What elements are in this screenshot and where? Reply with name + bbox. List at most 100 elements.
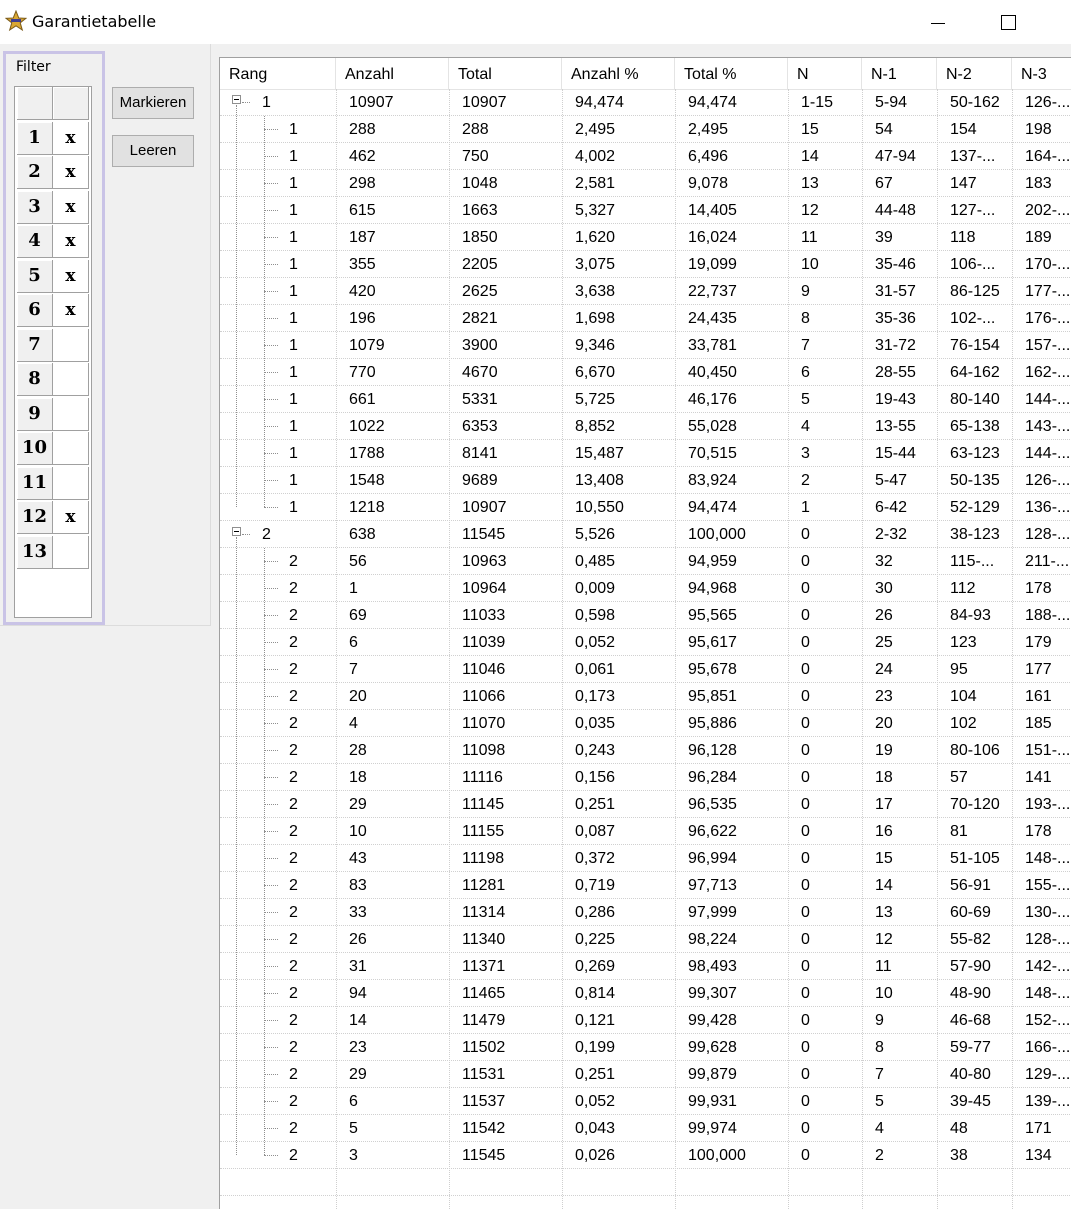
table-row[interactable]: 1 196 2821 1,698 24,435 8 35-36 102-... 176-... [220,305,1071,332]
maximize-button[interactable] [985,4,1031,40]
filter-mark-cell[interactable]: x [53,259,89,293]
filter-number-cell[interactable]: 11 [17,466,53,500]
filter-row[interactable]: 12 x [15,501,89,535]
table-row[interactable]: 2 23 11502 0,199 99,628 0 8 59-77 166-... [220,1034,1071,1061]
data-cell: 3,638 [575,283,616,300]
filter-number-cell[interactable]: 5 [17,259,53,293]
table-row[interactable]: 1 1548 9689 13,408 83,924 2 5-47 50-135 126-... [220,467,1071,494]
column-header[interactable]: N-1 [862,58,937,89]
table-row[interactable]: 1 770 4670 6,670 40,450 6 28-55 64-162 162-... [220,359,1071,386]
filter-mark-cell[interactable]: x [53,294,89,327]
column-header[interactable]: N-3 [1012,58,1071,89]
collapse-toggle-icon[interactable] [232,527,241,536]
table-row[interactable]: 1 187 1850 1,620 16,024 11 39 118 189 [220,224,1071,251]
clear-button[interactable]: Leeren [112,135,194,167]
table-row[interactable]: 2 29 11145 0,251 96,535 0 17 70-120 193-... [220,791,1071,818]
data-cell: 20 [349,688,367,705]
filter-number-cell[interactable]: 10 [17,432,53,465]
data-cell: 11545 [462,526,506,543]
filter-row[interactable]: 4x [15,225,89,259]
mark-button[interactable]: Markieren [112,87,194,119]
filter-row[interactable]: 5x [15,259,89,294]
table-row[interactable]: 2 6 11537 0,052 99,931 0 5 39-45 139-... [220,1088,1071,1115]
data-cell: 13 [801,175,819,192]
filter-row[interactable]: 13 [15,535,89,570]
filter-row[interactable]: 3x [15,190,89,225]
table-row[interactable]: 2 31 11371 0,269 98,493 0 11 57-90 142-... [220,953,1071,980]
table-row[interactable]: 2 83 11281 0,719 97,713 0 14 56-91 155-... [220,872,1071,899]
table-row[interactable]: 2 6 11039 0,052 95,617 0 25 123 179 [220,629,1071,656]
table-row[interactable]: 1 1788 8141 15,487 70,515 3 15-44 63-123 144-... [220,440,1071,467]
minimize-button[interactable] [915,4,961,40]
column-header[interactable]: Rang [220,58,336,89]
guarantee-table[interactable]: Rang Anzahl Total Anzahl % Total % N N-1 N-2 N-3… [219,57,1071,1209]
table-row[interactable]: 2 7 11046 0,061 95,678 0 24 95 177 [220,656,1071,683]
filter-row[interactable]: 10 [15,432,89,466]
filter-number-cell[interactable]: 4 [17,225,53,258]
filter-mark-cell[interactable]: x [53,501,89,534]
table-row[interactable]: 2 43 11198 0,372 96,994 0 15 51-105 148-... [220,845,1071,872]
filter-mark-cell[interactable] [53,466,89,500]
filter-number-cell[interactable]: 2 [17,156,53,189]
table-row[interactable]: 2 18 11116 0,156 96,284 0 18 57 141 [220,764,1071,791]
filter-number-cell[interactable]: 8 [17,363,53,396]
column-header[interactable]: N [788,58,862,89]
filter-mark-cell[interactable] [53,363,89,396]
filter-row[interactable]: 9 [15,397,89,432]
table-row[interactable]: 2 33 11314 0,286 97,999 0 13 60-69 130-... [220,899,1071,926]
filter-row[interactable]: 11 [15,466,89,501]
table-row[interactable]: 1 661 5331 5,725 46,176 5 19-43 80-140 144-... [220,386,1071,413]
filter-number-cell[interactable]: 9 [17,397,53,431]
table-row[interactable]: 2 3 11545 0,026 100,000 0 2 38 134 [220,1142,1071,1169]
filter-number-cell[interactable]: 3 [17,190,53,224]
table-row[interactable]: 2 5 11542 0,043 99,974 0 4 48 171 [220,1115,1071,1142]
table-row[interactable]: 2 28 11098 0,243 96,128 0 19 80-106 151-... [220,737,1071,764]
table-row[interactable]: 1 420 2625 3,638 22,737 9 31-57 86-125 177-... [220,278,1071,305]
collapse-toggle-icon[interactable] [232,95,241,104]
table-row[interactable]: 2 20 11066 0,173 95,851 0 23 104 161 [220,683,1071,710]
filter-number-cell[interactable]: 13 [17,535,53,569]
filter-grid[interactable]: 1 x 2 x 3 x 4 x 5 x 6 x 7 8 9 10 11 12 x 13 [14,86,92,618]
column-header[interactable]: Total % [675,58,788,89]
filter-mark-cell[interactable]: x [53,121,89,155]
filter-row[interactable]: 7 [15,328,89,363]
table-row[interactable]: 2 56 10963 0,485 94,959 0 32 115-... 211-... [220,548,1071,575]
table-row[interactable]: 2 14 11479 0,121 99,428 0 9 46-68 152-... [220,1007,1071,1034]
group-row[interactable]: 1 10907 10907 94,474 94,474 1-15 5-94 50-162 126… [220,89,1071,116]
column-header[interactable]: Anzahl [336,58,449,89]
filter-number-cell[interactable]: 6 [17,294,53,327]
filter-mark-cell[interactable] [53,535,89,569]
table-row[interactable]: 1 298 1048 2,581 9,078 13 67 147 183 [220,170,1071,197]
table-row[interactable]: 1 1079 3900 9,346 33,781 7 31-72 76-154 157-... [220,332,1071,359]
table-row[interactable]: 1 288 288 2,495 2,495 15 54 154 198 [220,116,1071,143]
table-row[interactable]: 1 615 1663 5,327 14,405 12 44-48 127-... 202-... [220,197,1071,224]
filter-number-cell[interactable]: 7 [17,328,53,362]
filter-mark-cell[interactable]: x [53,156,89,189]
filter-mark-cell[interactable] [53,432,89,465]
filter-row[interactable]: 6x [15,294,89,328]
table-row[interactable]: 2 69 11033 0,598 95,565 0 26 84-93 188-... [220,602,1071,629]
table-row[interactable]: 2 4 11070 0,035 95,886 0 20 102 185 [220,710,1071,737]
table-row[interactable]: 1 355 2205 3,075 19,099 10 35-46 106-... 170-... [220,251,1071,278]
filter-mark-cell[interactable] [53,397,89,431]
column-header[interactable]: N-2 [937,58,1012,89]
filter-row[interactable]: 2x [15,156,89,190]
table-row[interactable]: 1 462 750 4,002 6,496 14 47-94 137-... 164-... [220,143,1071,170]
filter-mark-cell[interactable] [53,328,89,362]
filter-number-cell[interactable]: 1 [17,121,53,155]
column-header[interactable]: Anzahl % [562,58,675,89]
table-row[interactable]: 1 1022 6353 8,852 55,028 4 13-55 65-138 143-... [220,413,1071,440]
filter-row[interactable]: 1x [15,121,89,156]
table-row[interactable]: 2 94 11465 0,814 99,307 0 10 48-90 148-... [220,980,1071,1007]
table-row[interactable]: 2 29 11531 0,251 99,879 0 7 40-80 129-... [220,1061,1071,1088]
filter-number-cell[interactable]: 12 [17,501,53,534]
table-row[interactable]: 2 1 10964 0,009 94,968 0 30 112 178 [220,575,1071,602]
table-row[interactable]: 1 1218 10907 10,550 94,474 1 6-42 52-129 136-... [220,494,1071,521]
filter-mark-cell[interactable]: x [53,225,89,258]
filter-mark-cell[interactable]: x [53,190,89,224]
filter-row[interactable]: 8 [15,363,89,397]
table-row[interactable]: 2 26 11340 0,225 98,224 0 12 55-82 128-... [220,926,1071,953]
group-row[interactable]: 2 638 11545 5,526 100,000 0 2-32 38-123 128-... [220,521,1071,548]
table-row[interactable]: 2 10 11155 0,087 96,622 0 16 81 178 [220,818,1071,845]
column-header[interactable]: Total [449,58,562,89]
